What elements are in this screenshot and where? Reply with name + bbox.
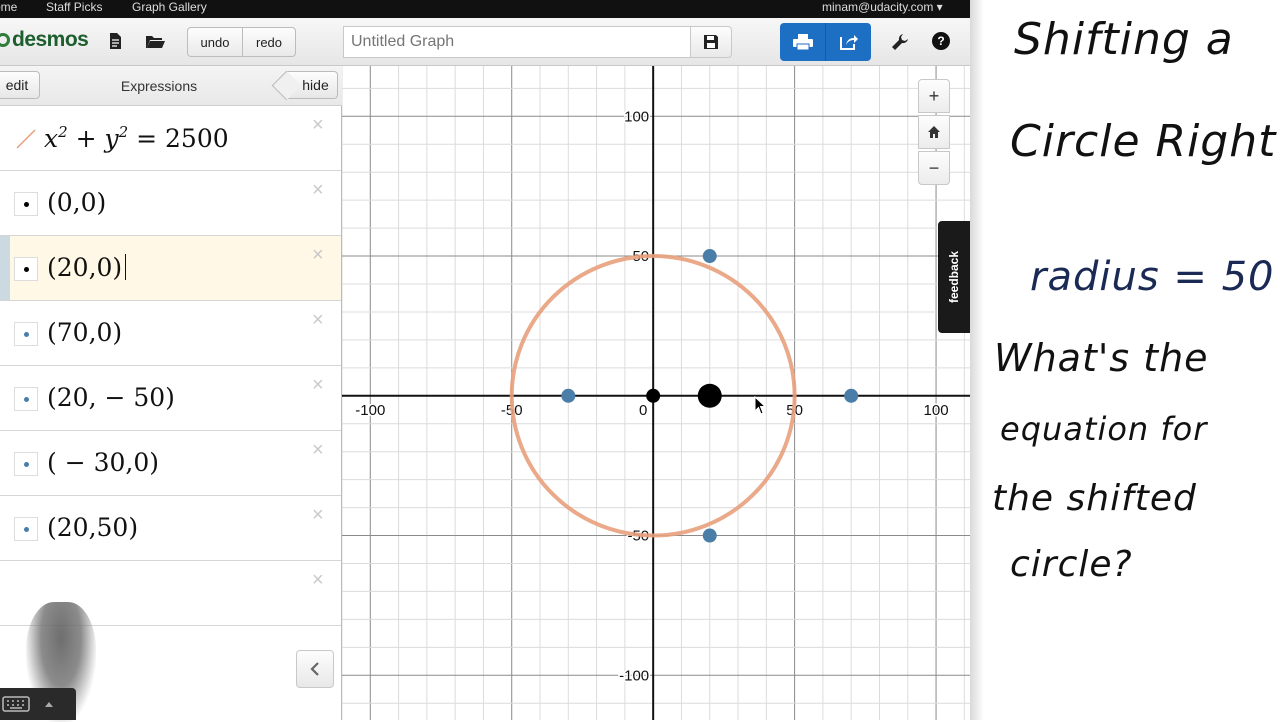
toolbar: desmos undo redo ? bbox=[0, 18, 970, 66]
desmos-logo[interactable]: desmos bbox=[0, 28, 89, 52]
x-tick-label: 100 bbox=[924, 402, 949, 419]
save-button[interactable] bbox=[690, 26, 732, 58]
help-icon: ? bbox=[937, 34, 945, 48]
point-style-icon[interactable] bbox=[14, 192, 38, 216]
feedback-label: feedback bbox=[947, 250, 961, 304]
expression-panel-header: edit Expressions hide bbox=[0, 66, 342, 106]
expression-row-point[interactable]: (0,0) × bbox=[0, 171, 341, 236]
print-icon bbox=[793, 34, 813, 51]
expression-row-circle[interactable]: x2 + y2 = 2500 × bbox=[0, 106, 341, 171]
delete-expression-icon[interactable]: × bbox=[312, 179, 324, 202]
expression-row-point[interactable]: (20,0) × bbox=[0, 236, 341, 301]
expressions-title: Expressions bbox=[120, 78, 198, 94]
radius-note: radius = 50 bbox=[1030, 254, 1275, 300]
graph-point bbox=[646, 388, 661, 403]
question-line4: circle? bbox=[1010, 544, 1133, 585]
redo-button[interactable]: redo bbox=[242, 27, 296, 57]
expression-row-point[interactable]: ( − 30,0) × bbox=[0, 431, 341, 496]
delete-expression-icon[interactable]: × bbox=[312, 374, 324, 397]
graph-point bbox=[702, 528, 717, 543]
print-button[interactable] bbox=[780, 23, 826, 61]
x-tick-label: 0 bbox=[639, 402, 647, 419]
lesson-title-line2: Circle Right bbox=[1010, 116, 1277, 167]
point-color-dot bbox=[24, 267, 29, 272]
expression-text[interactable]: ( − 30,0) bbox=[47, 448, 159, 477]
expression-text[interactable]: (20, − 50) bbox=[47, 383, 175, 412]
user-account-menu[interactable]: minam@udacity.com bbox=[822, 0, 943, 14]
delete-expression-icon[interactable]: × bbox=[312, 244, 324, 267]
undo-button[interactable]: undo bbox=[187, 27, 243, 57]
point-style-icon[interactable] bbox=[14, 517, 38, 541]
graph-title-input[interactable] bbox=[343, 26, 691, 58]
point-style-icon[interactable] bbox=[14, 322, 38, 346]
share-icon bbox=[839, 35, 858, 50]
expression-row-point[interactable]: (20, − 50) × bbox=[0, 366, 341, 431]
x-tick-label: -100 bbox=[355, 402, 385, 419]
whiteboard-notes: Shifting a Circle Right radius = 50 What… bbox=[970, 0, 1280, 720]
logo-text: desmos bbox=[12, 28, 89, 51]
expression-text[interactable]: (70,0) bbox=[47, 318, 122, 347]
text-caret bbox=[125, 254, 127, 280]
nav-home-link[interactable]: ome bbox=[0, 0, 17, 14]
y-tick-label: -100 bbox=[619, 667, 649, 684]
settings-wrench-button[interactable] bbox=[889, 31, 911, 53]
zoom-home-button[interactable] bbox=[918, 115, 950, 149]
graph-plot[interactable]: -100 -50 0 50 10010050-50-100 bbox=[342, 66, 970, 720]
lesson-title-line1: Shifting a bbox=[1014, 14, 1234, 65]
expression-equation[interactable]: x2 + y2 = 2500 bbox=[44, 123, 229, 153]
nav-graph-gallery-link[interactable]: Graph Gallery bbox=[132, 0, 207, 14]
help-button[interactable]: ? bbox=[932, 32, 950, 50]
zoom-in-button[interactable]: + bbox=[918, 79, 950, 113]
home-icon bbox=[928, 126, 940, 138]
mouse-cursor-icon bbox=[754, 396, 767, 415]
delete-expression-icon[interactable]: × bbox=[312, 439, 324, 462]
graph-point bbox=[697, 383, 722, 408]
hide-button[interactable]: hide bbox=[286, 71, 338, 99]
expression-text[interactable]: (0,0) bbox=[47, 188, 106, 217]
point-color-dot bbox=[24, 202, 29, 207]
graph-point bbox=[844, 388, 859, 403]
expression-text[interactable]: (20,0) bbox=[47, 253, 127, 282]
y-tick-label: 100 bbox=[624, 108, 649, 125]
point-color-dot bbox=[24, 527, 29, 532]
question-line3: the shifted bbox=[992, 478, 1197, 519]
new-document-icon[interactable] bbox=[106, 32, 124, 50]
keyboard-icon bbox=[2, 696, 30, 712]
logo-ring-icon bbox=[0, 33, 10, 47]
save-icon bbox=[704, 35, 718, 49]
caret-up-icon bbox=[45, 702, 53, 707]
feedback-tab[interactable]: feedback bbox=[938, 221, 970, 333]
point-style-icon[interactable] bbox=[14, 387, 38, 411]
open-folder-icon[interactable] bbox=[145, 32, 165, 50]
expression-text[interactable]: (20,50) bbox=[47, 513, 138, 542]
chevron-left-icon bbox=[310, 662, 319, 676]
keyboard-toggle-button[interactable] bbox=[0, 688, 76, 720]
point-color-dot bbox=[24, 397, 29, 402]
top-nav-bar: ome Staff Picks Graph Gallery minam@udac… bbox=[0, 0, 970, 18]
nav-staff-picks-link[interactable]: Staff Picks bbox=[46, 0, 102, 14]
hide-label: hide bbox=[302, 77, 329, 93]
expression-panel: edit Expressions hide x2 + y2 = 2500 × (… bbox=[0, 66, 342, 722]
zoom-out-button[interactable]: − bbox=[918, 151, 950, 185]
graph-point bbox=[702, 249, 717, 264]
expression-row-point[interactable]: (20,50) × bbox=[0, 496, 341, 561]
delete-expression-icon[interactable]: × bbox=[312, 309, 324, 332]
delete-expression-icon[interactable]: × bbox=[312, 114, 324, 137]
graph-point bbox=[561, 388, 576, 403]
share-button[interactable] bbox=[825, 23, 871, 61]
wrench-icon bbox=[892, 34, 908, 50]
whiteboard-edge-shadow bbox=[970, 0, 984, 720]
point-style-icon[interactable] bbox=[14, 452, 38, 476]
graph-canvas[interactable]: -100 -50 0 50 100 100 50 -50 -100 + − feedback bbox=[342, 66, 970, 720]
point-color-dot bbox=[24, 332, 29, 337]
point-style-icon[interactable] bbox=[14, 257, 38, 281]
question-line2: equation for bbox=[1000, 410, 1208, 448]
expression-row-point[interactable]: (70,0) × bbox=[0, 301, 341, 366]
collapse-panel-button[interactable] bbox=[296, 650, 334, 688]
delete-expression-icon[interactable]: × bbox=[312, 569, 324, 592]
point-color-dot bbox=[24, 462, 29, 467]
curve-style-icon[interactable] bbox=[14, 127, 38, 151]
question-line1: What's the bbox=[994, 336, 1209, 380]
delete-expression-icon[interactable]: × bbox=[312, 504, 324, 527]
